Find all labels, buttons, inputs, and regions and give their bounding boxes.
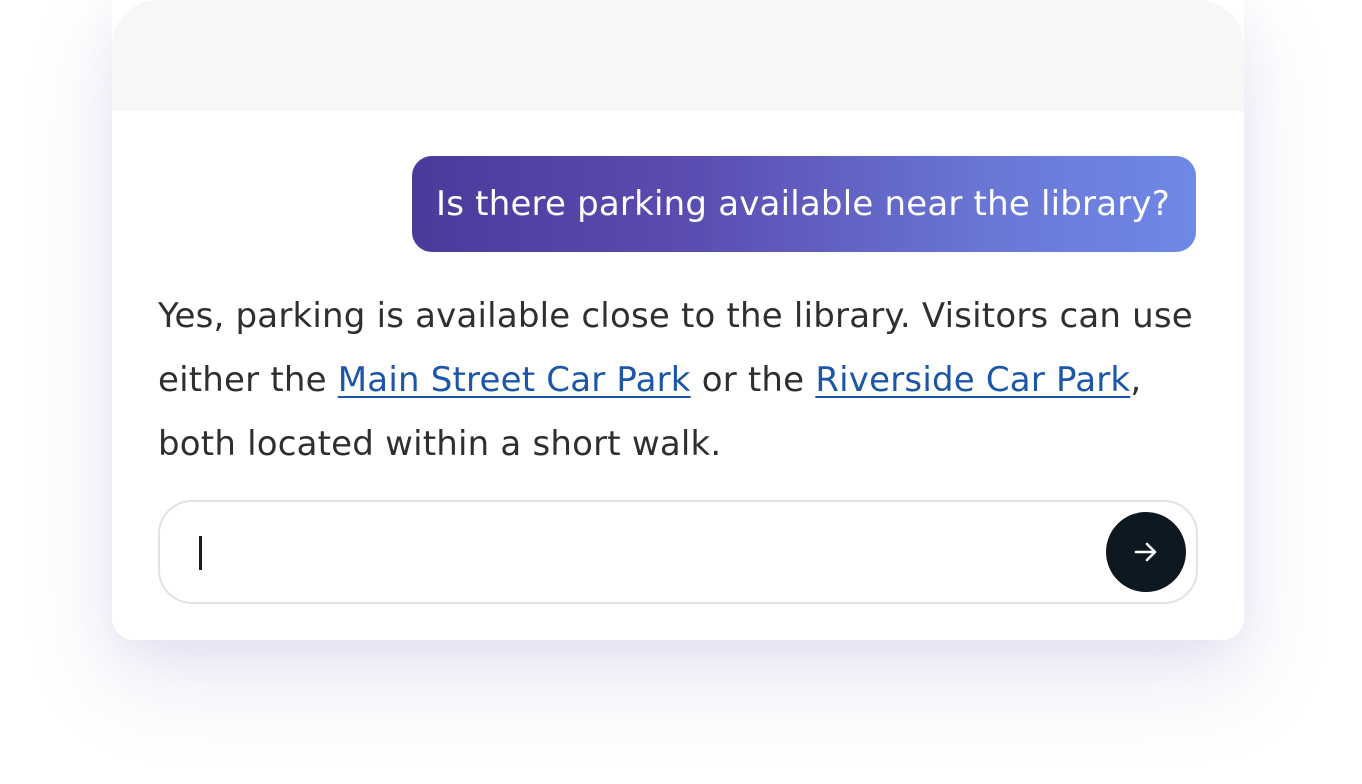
arrow-right-icon	[1134, 542, 1157, 562]
bot-message: Yes, parking is available close to the l…	[158, 284, 1198, 476]
page: Is there parking available near the libr…	[0, 0, 1362, 784]
chat-card: Is there parking available near the libr…	[112, 0, 1244, 640]
main-street-car-park-link[interactable]: Main Street Car Park	[338, 360, 691, 400]
user-message-text: Is there parking available near the libr…	[436, 184, 1170, 224]
riverside-car-park-link[interactable]: Riverside Car Park	[815, 360, 1130, 400]
text-caret	[199, 536, 202, 570]
message-input[interactable]	[190, 520, 1090, 584]
send-button[interactable]	[1106, 512, 1186, 592]
user-message-bubble: Is there parking available near the libr…	[412, 156, 1196, 252]
message-composer	[158, 500, 1198, 604]
bot-message-text-2: or the	[690, 360, 816, 400]
chat-header	[112, 0, 1244, 111]
